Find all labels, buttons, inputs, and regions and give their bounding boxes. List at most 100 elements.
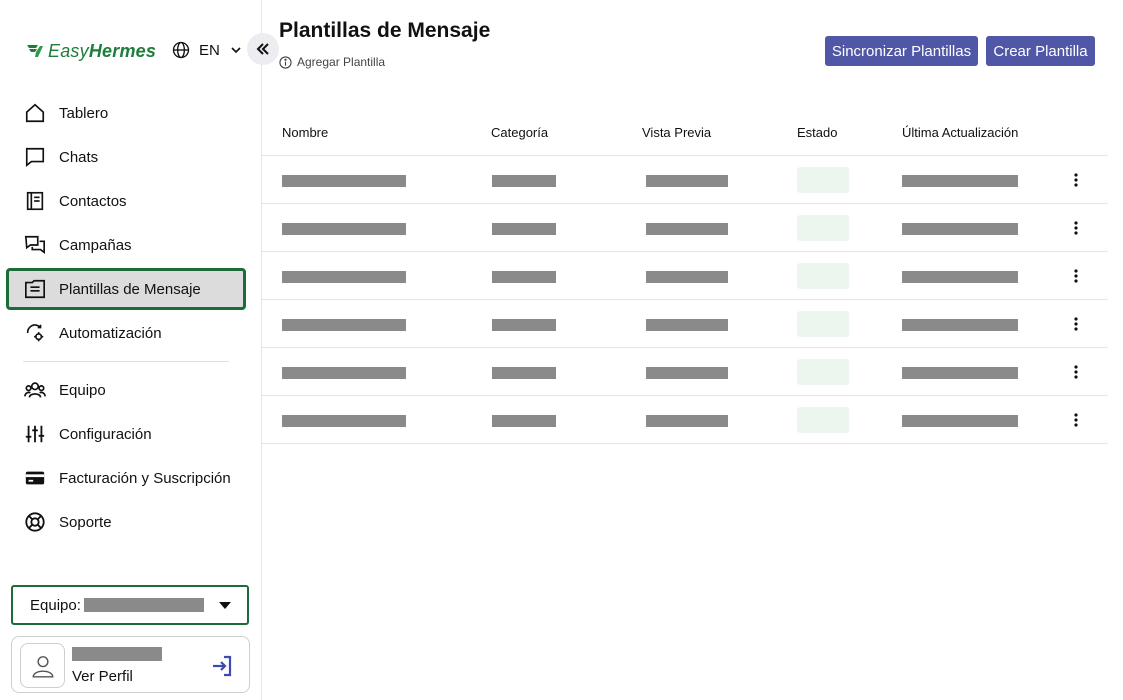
templates-table: Nombre Categoría Vista Previa Estado Últ… [262, 108, 1108, 444]
sidebar-item-plantillas[interactable]: Plantillas de Mensaje [6, 268, 246, 310]
row-actions-button[interactable] [1066, 218, 1086, 238]
row-actions-button[interactable] [1066, 170, 1086, 190]
table-row[interactable] [262, 348, 1108, 396]
cell-nombre-redacted [282, 271, 406, 283]
home-icon [23, 101, 47, 125]
language-label: EN [199, 41, 220, 59]
team-icon [23, 378, 47, 402]
sidebar-item-label: Tablero [59, 104, 109, 122]
cell-vista-previa-redacted [646, 223, 728, 235]
table-row[interactable] [262, 204, 1108, 252]
double-chevron-left-icon [256, 43, 269, 55]
view-profile-link[interactable]: Ver Perfil [72, 668, 133, 685]
campaigns-icon [23, 233, 47, 257]
sync-templates-button[interactable]: Sincronizar Plantillas [825, 36, 978, 66]
sidebar-item-label: Equipo [59, 381, 106, 399]
cell-categoria-redacted [492, 319, 556, 331]
status-badge [797, 167, 849, 193]
brand-name-part2: Hermes [88, 40, 157, 61]
status-badge [797, 359, 849, 385]
column-header-nombre[interactable]: Nombre [282, 125, 328, 140]
team-name-redacted [83, 598, 204, 612]
sidebar-item-automatizacion[interactable]: Automatización [6, 312, 246, 354]
app-root: EasyHermes EN Tablero Chats Contactos Ca… [0, 0, 1123, 700]
sidebar-item-label: Plantillas de Mensaje [59, 280, 201, 298]
globe-icon [172, 41, 190, 59]
row-actions-button[interactable] [1066, 410, 1086, 430]
sidebar-item-configuracion[interactable]: Configuración [6, 413, 246, 455]
automation-icon [23, 321, 47, 345]
cell-nombre-redacted [282, 319, 406, 331]
profile-name-redacted [72, 647, 162, 661]
sidebar-item-equipo[interactable]: Equipo [6, 369, 246, 411]
table-header: Nombre Categoría Vista Previa Estado Últ… [262, 108, 1108, 156]
main-content: Plantillas de Mensaje Agregar Plantilla … [262, 0, 1123, 700]
sliders-icon [23, 422, 47, 446]
cell-vista-previa-redacted [646, 367, 728, 379]
kebab-menu-icon [1074, 365, 1078, 379]
table-row[interactable] [262, 396, 1108, 444]
table-row[interactable] [262, 300, 1108, 348]
table-body [262, 156, 1108, 444]
sidebar-item-label: Facturación y Suscripción [59, 469, 231, 487]
table-row[interactable] [262, 252, 1108, 300]
column-header-estado[interactable]: Estado [797, 125, 837, 140]
sidebar-item-label: Automatización [59, 324, 162, 342]
sidebar-item-soporte[interactable]: Soporte [6, 501, 246, 543]
create-template-button[interactable]: Crear Plantilla [986, 36, 1095, 66]
column-header-ultima-actualizacion[interactable]: Última Actualización [902, 125, 1018, 140]
kebab-menu-icon [1074, 413, 1078, 427]
status-badge [797, 407, 849, 433]
column-header-vista-previa[interactable]: Vista Previa [642, 125, 711, 140]
wing-logo-icon [27, 45, 43, 57]
row-actions-button[interactable] [1066, 314, 1086, 334]
profile-card: Ver Perfil [11, 636, 250, 693]
cell-nombre-redacted [282, 367, 406, 379]
sidebar-item-campanas[interactable]: Campañas [6, 224, 246, 266]
sidebar-item-label: Chats [59, 148, 99, 166]
add-template-link[interactable]: Agregar Plantilla [279, 55, 385, 69]
sidebar-item-label: Campañas [59, 236, 132, 254]
caret-down-icon [219, 602, 231, 609]
column-header-categoria[interactable]: Categoría [491, 125, 548, 140]
collapse-sidebar-button[interactable] [247, 33, 279, 65]
sidebar-item-label: Configuración [59, 425, 152, 443]
cell-ultima-actualizacion-redacted [902, 223, 1018, 235]
add-template-label: Agregar Plantilla [297, 55, 386, 69]
cell-ultima-actualizacion-redacted [902, 319, 1018, 331]
kebab-menu-icon [1074, 221, 1078, 235]
status-badge [797, 263, 849, 289]
status-badge [797, 215, 849, 241]
brand-name: EasyHermes [48, 41, 156, 62]
cell-nombre-redacted [282, 415, 406, 427]
language-selector[interactable]: EN [172, 41, 242, 59]
kebab-menu-icon [1074, 269, 1078, 283]
sidebar: EasyHermes EN Tablero Chats Contactos Ca… [0, 0, 262, 700]
template-icon [23, 277, 47, 301]
brand-name-part1: Easy [48, 40, 89, 61]
lifebuoy-icon [23, 510, 47, 534]
brand-logo[interactable]: EasyHermes [26, 38, 156, 64]
sidebar-item-tablero[interactable]: Tablero [6, 92, 246, 134]
row-actions-button[interactable] [1066, 362, 1086, 382]
user-icon [32, 655, 53, 678]
logout-icon[interactable] [210, 654, 234, 678]
team-select[interactable]: Equipo: [11, 585, 249, 625]
sidebar-item-chats[interactable]: Chats [6, 136, 246, 178]
cell-ultima-actualizacion-redacted [902, 175, 1018, 187]
cell-categoria-redacted [492, 415, 556, 427]
credit-card-icon [23, 466, 47, 490]
cell-categoria-redacted [492, 367, 556, 379]
sidebar-item-facturacion[interactable]: Facturación y Suscripción [6, 457, 246, 499]
avatar[interactable] [20, 643, 65, 688]
contacts-icon [23, 189, 47, 213]
cell-vista-previa-redacted [646, 271, 728, 283]
sidebar-item-contactos[interactable]: Contactos [6, 180, 246, 222]
page-title: Plantillas de Mensaje [279, 19, 491, 42]
kebab-menu-icon [1074, 317, 1078, 331]
cell-categoria-redacted [492, 223, 556, 235]
cell-nombre-redacted [282, 175, 406, 187]
cell-nombre-redacted [282, 223, 406, 235]
table-row[interactable] [262, 156, 1108, 204]
row-actions-button[interactable] [1066, 266, 1086, 286]
